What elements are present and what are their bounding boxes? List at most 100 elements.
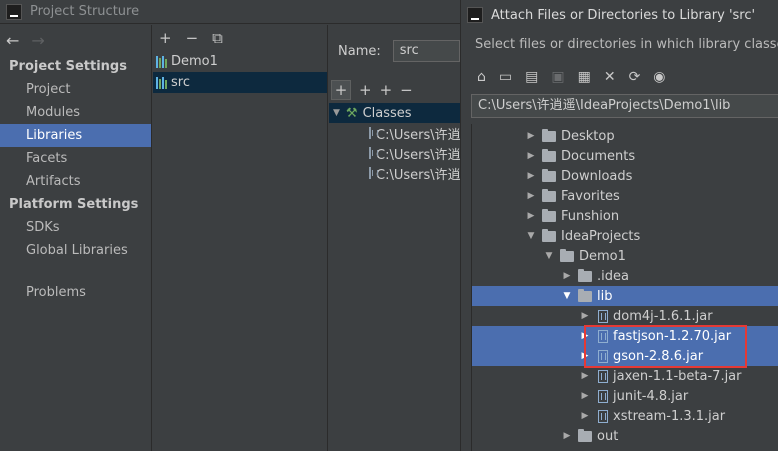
tree-item-label: gson-2.8.6.jar <box>613 348 704 364</box>
collapsed-arrow-icon[interactable]: ▶ <box>524 211 538 221</box>
remove-library-icon[interactable]: − <box>186 29 199 47</box>
collapsed-arrow-icon[interactable]: ▶ <box>578 351 592 361</box>
project-folder-icon[interactable]: ▤ <box>525 69 538 85</box>
jar-file-icon <box>598 309 608 323</box>
tree-folder-row[interactable]: ▶ Desktop <box>472 126 778 146</box>
add-special-root-icon[interactable]: + <box>359 81 372 99</box>
folder-icon <box>578 428 592 442</box>
tree-folder-row[interactable]: ▶ Downloads <box>472 166 778 186</box>
collapsed-arrow-icon[interactable]: ▶ <box>524 151 538 161</box>
tree-folder-row[interactable]: ▼ lib <box>472 286 778 306</box>
tree-jar-row[interactable]: ▶ fastjson-1.2.70.jar <box>472 326 778 346</box>
folder-icon <box>542 208 556 222</box>
path-input[interactable]: C:\Users\许逍遥\IdeaProjects\Demo1\lib <box>471 94 778 118</box>
back-arrow-icon[interactable]: ← <box>6 31 19 50</box>
collapsed-arrow-icon[interactable]: ▶ <box>578 371 592 381</box>
dialog-titlebar: Attach Files or Directories to Library '… <box>461 0 778 30</box>
collapsed-arrow-icon[interactable]: ▶ <box>578 411 592 421</box>
tree-folder-row[interactable]: ▶ .idea <box>472 266 778 286</box>
name-label: Name: <box>338 43 381 59</box>
classes-node[interactable]: ▼ ⚒ Classes <box>329 103 460 123</box>
collapsed-arrow-icon[interactable]: ▶ <box>524 191 538 201</box>
class-path-row[interactable]: C:\Users\许逍 <box>329 143 460 163</box>
collapsed-arrow-icon[interactable]: ▶ <box>524 171 538 181</box>
collapsed-arrow-icon[interactable]: ▶ <box>578 311 592 321</box>
tree-item-label: Desktop <box>561 128 615 144</box>
remove-root-icon[interactable]: − <box>400 81 413 99</box>
settings-nav-panel: ← → Project Settings Project Modules Lib… <box>0 25 152 451</box>
tree-item-label: fastjson-1.2.70.jar <box>613 328 732 344</box>
tree-folder-row[interactable]: ▼ Demo1 <box>472 246 778 266</box>
nav-item-artifacts[interactable]: Artifacts <box>0 170 151 193</box>
nav-item-problems[interactable]: Problems <box>0 281 151 304</box>
library-item-demo1[interactable]: Demo1 <box>153 51 327 72</box>
tree-folder-row[interactable]: ▶ out <box>472 426 778 446</box>
tree-jar-row[interactable]: ▶ dom4j-1.6.1.jar <box>472 306 778 326</box>
libraries-toolbar: + − ⧉ <box>153 25 327 51</box>
tree-item-label: Downloads <box>561 168 633 184</box>
nav-arrows: ← → <box>0 25 151 55</box>
libraries-list-panel: + − ⧉ Demo1 src <box>153 25 328 451</box>
collapsed-arrow-icon[interactable]: ▶ <box>578 391 592 401</box>
copy-library-icon[interactable]: ⧉ <box>212 29 223 47</box>
nav-item-project[interactable]: Project <box>0 78 151 101</box>
tree-folder-row[interactable]: ▶ Favorites <box>472 186 778 206</box>
expanded-arrow-icon[interactable]: ▼ <box>524 231 538 241</box>
add-library-icon[interactable]: + <box>159 29 172 47</box>
nav-item-facets[interactable]: Facets <box>0 147 151 170</box>
class-path-label: C:\Users\许逍 <box>376 147 460 163</box>
jar-file-icon <box>598 329 608 343</box>
add-root-icon[interactable]: + <box>331 80 351 100</box>
nav-item-libraries[interactable]: Libraries <box>0 124 151 147</box>
desktop-icon[interactable]: ▭ <box>499 69 512 85</box>
class-path-row[interactable]: C:\Users\许逍 <box>329 163 460 183</box>
home-icon[interactable]: ⌂ <box>477 69 486 85</box>
folder-icon <box>542 168 556 182</box>
expanded-arrow-icon[interactable]: ▼ <box>560 291 574 301</box>
intellij-app-icon <box>6 3 22 20</box>
add-alt-root-icon[interactable]: + <box>380 81 393 99</box>
expanded-arrow-icon[interactable]: ▼ <box>542 251 556 261</box>
collapsed-arrow-icon[interactable]: ▶ <box>560 271 574 281</box>
folder-icon <box>560 248 574 262</box>
collapsed-arrow-icon[interactable]: ▶ <box>578 331 592 341</box>
tree-folder-row[interactable]: ▶ Funshion <box>472 206 778 226</box>
library-name-input[interactable]: src <box>392 40 460 62</box>
tree-item-label: dom4j-1.6.1.jar <box>613 308 713 324</box>
new-folder-icon[interactable]: ▦ <box>578 69 591 85</box>
class-path-row[interactable]: C:\Users\许逍 <box>329 123 460 143</box>
tree-jar-row[interactable]: ▶ jaxen-1.1-beta-7.jar <box>472 366 778 386</box>
folder-icon <box>578 268 592 282</box>
nav-item-sdks[interactable]: SDKs <box>0 216 151 239</box>
class-path-label: C:\Users\许逍 <box>376 167 460 183</box>
nav-item-global-libraries[interactable]: Global Libraries <box>0 239 151 262</box>
delete-icon[interactable]: ✕ <box>604 69 616 85</box>
tree-jar-row[interactable]: ▶ junit-4.8.jar <box>472 386 778 406</box>
refresh-icon[interactable]: ⟳ <box>629 69 641 85</box>
project-settings-header: Project Settings <box>9 59 127 74</box>
show-hidden-icon[interactable]: ◉ <box>653 69 665 85</box>
project-structure-titlebar: Project Structure <box>0 0 460 24</box>
jar-icon <box>369 167 378 179</box>
nav-item-modules[interactable]: Modules <box>0 101 151 124</box>
tree-item-label: Demo1 <box>579 248 626 264</box>
library-name-row: Name: src <box>329 25 460 77</box>
collapsed-arrow-icon[interactable]: ▶ <box>560 431 574 441</box>
tree-jar-row[interactable]: ▶ gson-2.8.6.jar <box>472 346 778 366</box>
folder-icon <box>542 148 556 162</box>
tree-folder-row[interactable]: ▼ IdeaProjects <box>472 226 778 246</box>
library-item-src[interactable]: src <box>153 72 327 93</box>
attach-files-dialog: Attach Files or Directories to Library '… <box>460 0 778 451</box>
library-detail-panel: Name: src + + + − ▼ ⚒ Classes C:\Users\许… <box>329 25 460 451</box>
folder-icon <box>542 228 556 242</box>
jar-file-icon <box>598 389 608 403</box>
platform-settings-header: Platform Settings <box>9 197 139 212</box>
expand-triangle-icon[interactable]: ▼ <box>333 108 340 118</box>
folder-icon <box>578 288 592 302</box>
jar-file-icon <box>598 409 608 423</box>
tree-jar-row[interactable]: ▶ xstream-1.3.1.jar <box>472 406 778 426</box>
tree-folder-row[interactable]: ▶ Documents <box>472 146 778 166</box>
hammer-icon: ⚒ <box>345 105 358 121</box>
folder-icon <box>542 188 556 202</box>
collapsed-arrow-icon[interactable]: ▶ <box>524 131 538 141</box>
